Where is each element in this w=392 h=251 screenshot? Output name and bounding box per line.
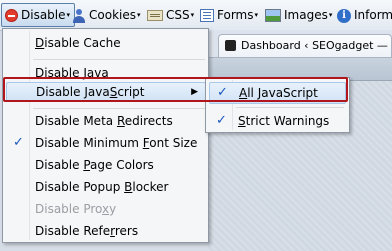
menu-separator bbox=[236, 107, 344, 108]
cookies-icon bbox=[72, 8, 86, 23]
chevron-down-icon: ▾ bbox=[136, 11, 141, 19]
menu-item-disable-proxy: Disable Proxy bbox=[35, 202, 117, 216]
submenu-item-all-javascript[interactable]: ✓ All JavaScript bbox=[209, 82, 346, 104]
menu-item-disable-java[interactable]: Disable Java bbox=[6, 63, 206, 83]
css-label: CSS bbox=[166, 8, 190, 22]
tab-bar: Dashboard ‹ SEOgadget — bbox=[208, 30, 392, 58]
information-label: Inform bbox=[354, 8, 392, 22]
images-label: Images bbox=[284, 8, 328, 22]
checkmark-icon: ✓ bbox=[216, 113, 227, 128]
forms-icon bbox=[200, 9, 214, 22]
javascript-submenu: ✓ All JavaScript ✓ Strict Warnings bbox=[205, 77, 350, 133]
cookies-label: Cookies bbox=[89, 8, 136, 22]
disable-menu: Disable Cache Disable Java Disable JavaS… bbox=[2, 28, 209, 243]
submenu-item-strict-warnings[interactable]: ✓ Strict Warnings bbox=[209, 110, 346, 132]
css-icon bbox=[147, 10, 163, 21]
checkmark-icon: ✓ bbox=[13, 135, 24, 150]
submenu-arrow-icon: ▶ bbox=[191, 87, 198, 97]
menu-item-disable-popup-blocker[interactable]: Disable Popup Blocker bbox=[6, 177, 206, 197]
information-menu-button[interactable]: i Inform bbox=[337, 6, 392, 24]
forms-label: Forms bbox=[217, 8, 254, 22]
chevron-down-icon: ▾ bbox=[328, 11, 333, 19]
disable-icon bbox=[5, 9, 18, 22]
browser-tab[interactable]: Dashboard ‹ SEOgadget — bbox=[218, 34, 392, 57]
menu-item-disable-referrers[interactable]: Disable Referrers bbox=[6, 221, 206, 241]
cookies-menu-button[interactable]: Cookies▾ bbox=[72, 6, 141, 24]
chevron-down-icon: ▾ bbox=[190, 11, 195, 19]
wordpress-icon bbox=[225, 40, 236, 51]
chevron-down-icon: ▾ bbox=[66, 11, 71, 19]
info-icon: i bbox=[337, 8, 351, 23]
css-menu-button[interactable]: CSS▾ bbox=[147, 6, 194, 24]
menu-item-disable-minimum-font-size[interactable]: ✓ Disable Minimum Font Size bbox=[6, 133, 206, 153]
chevron-down-icon: ▾ bbox=[254, 11, 258, 19]
menu-item-disable-javascript[interactable]: Disable JavaScript ▶ bbox=[6, 82, 206, 102]
browser-tab-title: Dashboard ‹ SEOgadget — bbox=[241, 39, 388, 52]
menu-separator bbox=[33, 108, 205, 109]
menu-item-disable-page-colors[interactable]: Disable Page Colors bbox=[6, 155, 206, 175]
images-menu-button[interactable]: Images▾ bbox=[265, 6, 332, 24]
menu-item-disable-cache[interactable]: Disable Cache bbox=[6, 33, 206, 53]
disable-label: Disable bbox=[21, 8, 66, 22]
menu-item-disable-meta-redirects[interactable]: Disable Meta Redirects bbox=[6, 111, 206, 131]
checkmark-icon: ✓ bbox=[217, 85, 228, 100]
disable-menu-button[interactable]: Disable▾ bbox=[1, 3, 76, 27]
images-icon bbox=[265, 9, 281, 22]
menu-separator bbox=[33, 59, 205, 60]
forms-menu-button[interactable]: Forms▾ bbox=[200, 6, 258, 24]
webdeveloper-toolbar: Disable▾ Cookies▾ CSS▾ Forms▾ Images▾ iI… bbox=[0, 0, 392, 31]
